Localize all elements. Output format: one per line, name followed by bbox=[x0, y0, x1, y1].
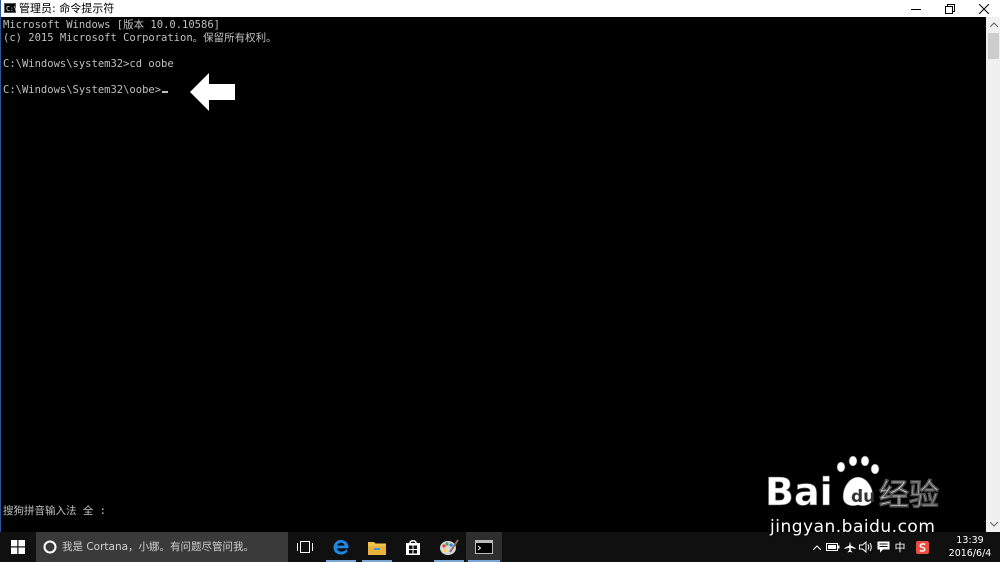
minimize-icon bbox=[911, 8, 921, 10]
battery-button[interactable] bbox=[825, 540, 841, 554]
vertical-scrollbar[interactable] bbox=[986, 17, 1000, 532]
task-view-button[interactable] bbox=[288, 532, 322, 562]
airplane-icon bbox=[844, 541, 856, 553]
search-placeholder: 我是 Cortana，小娜。有问题尽管问我。 bbox=[62, 541, 255, 553]
text-cursor bbox=[162, 91, 169, 93]
cmd-icon: C:\ bbox=[4, 3, 18, 13]
start-button[interactable] bbox=[0, 532, 36, 562]
chevron-up-icon bbox=[813, 544, 821, 550]
restore-icon bbox=[945, 3, 955, 14]
sogou-ime-button[interactable] bbox=[914, 540, 930, 554]
baidu-jingyan-watermark: Bai 经验 du jingyan.baidu.com bbox=[765, 455, 955, 537]
task-view-icon bbox=[297, 541, 313, 553]
scroll-up-button[interactable] bbox=[986, 17, 1000, 32]
edge-icon bbox=[333, 540, 349, 555]
volume-button[interactable] bbox=[858, 540, 874, 554]
chevron-up-icon bbox=[989, 22, 998, 27]
cmd-icon bbox=[475, 540, 493, 554]
action-center-button[interactable] bbox=[875, 540, 891, 554]
watermark-url: jingyan.baidu.com bbox=[770, 517, 936, 537]
message-icon bbox=[877, 541, 889, 553]
console-line: C:\Windows\system32>cd oobe bbox=[3, 58, 174, 70]
system-clock[interactable]: 13:39 2016/6/4 bbox=[948, 534, 992, 560]
console-line: Microsoft Windows [版本 10.0.10586] bbox=[3, 19, 220, 31]
paint-taskbar-button[interactable] bbox=[432, 532, 466, 562]
command-prompt-taskbar-button[interactable] bbox=[466, 532, 502, 562]
scroll-down-button[interactable] bbox=[986, 517, 1000, 532]
speaker-icon bbox=[859, 541, 872, 553]
left-arrow-icon bbox=[190, 73, 235, 111]
clock-date: 2016/6/4 bbox=[948, 548, 992, 559]
chevron-down-icon bbox=[989, 522, 998, 527]
sogou-icon bbox=[915, 540, 929, 554]
airplane-mode-button[interactable] bbox=[843, 540, 857, 554]
paint-palette-icon bbox=[440, 539, 459, 555]
window-title: 管理员: 命令提示符 bbox=[19, 2, 115, 15]
close-button[interactable] bbox=[967, 0, 1000, 17]
cortana-icon bbox=[43, 540, 57, 554]
edge-taskbar-button[interactable] bbox=[324, 532, 358, 562]
scroll-thumb[interactable] bbox=[988, 33, 999, 59]
baidu-logo: Bai 经验 du bbox=[765, 455, 939, 514]
command-prompt-window: C:\ 管理员: 命令提示符 Microsoft Windows [版本 10.… bbox=[0, 0, 1000, 532]
minimize-button[interactable] bbox=[899, 0, 933, 17]
windows-logo-icon bbox=[11, 540, 25, 554]
ime-mode-button[interactable]: 中 bbox=[892, 540, 908, 554]
current-prompt: C:\Windows\System32\oobe> bbox=[3, 84, 162, 96]
file-explorer-taskbar-button[interactable] bbox=[360, 532, 394, 562]
prompt-line[interactable]: C:\Windows\System32\oobe> bbox=[3, 84, 169, 97]
battery-icon bbox=[826, 543, 840, 551]
console-line: (c) 2015 Microsoft Corporation。保留所有权利。 bbox=[3, 32, 277, 44]
store-bag-icon bbox=[406, 540, 420, 555]
restore-button[interactable] bbox=[933, 0, 967, 17]
folder-icon bbox=[368, 541, 386, 555]
title-bar[interactable]: C:\ 管理员: 命令提示符 bbox=[1, 0, 1000, 17]
svg-text:du: du bbox=[851, 487, 875, 507]
close-icon bbox=[979, 3, 989, 14]
show-hidden-icons-button[interactable] bbox=[810, 540, 824, 554]
ime-status-line: 搜狗拼音输入法 全 : bbox=[3, 505, 106, 517]
cortana-search-box[interactable]: 我是 Cortana，小娜。有问题尽管问我。 bbox=[36, 532, 288, 562]
store-taskbar-button[interactable] bbox=[396, 532, 430, 562]
svg-text:Bai: Bai bbox=[765, 470, 833, 514]
svg-text:经验: 经验 bbox=[879, 478, 939, 513]
